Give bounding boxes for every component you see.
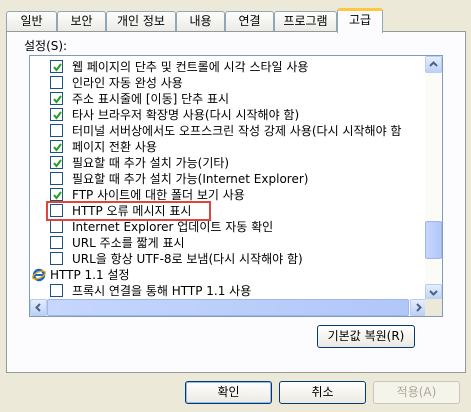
checkbox-checked[interactable] xyxy=(50,188,63,201)
checkmark-icon xyxy=(53,191,62,200)
checkbox-unchecked[interactable] xyxy=(50,124,63,137)
setting-label: 주소 표시줄에 [이동] 단추 표시 xyxy=(72,92,230,106)
restore-defaults-button[interactable]: 기본값 복원(R) xyxy=(317,325,415,348)
chevron-left-icon xyxy=(35,303,41,312)
checkmark-icon xyxy=(53,95,62,104)
checkbox-unchecked[interactable] xyxy=(50,76,63,89)
chevron-up-icon xyxy=(429,61,438,67)
tab-privacy[interactable]: 개인 정보 xyxy=(106,11,176,31)
setting-label: 타사 브라우저 확장명 사용(다시 시작해야 함) xyxy=(72,108,300,122)
setting-label: URL 주소를 짧게 표시 xyxy=(72,236,185,250)
checkbox-unchecked[interactable] xyxy=(50,220,63,233)
setting-label: 프록시 연결을 통해 HTTP 1.1 사용 xyxy=(72,284,252,298)
checkbox-checked[interactable] xyxy=(50,156,63,169)
checkbox-checked[interactable] xyxy=(50,60,63,73)
checkbox-unchecked[interactable] xyxy=(50,252,63,265)
settings-list[interactable]: 웹 페이지의 단추 및 컨트롤에 시각 스타일 사용 인라인 자동 완성 사용 … xyxy=(29,55,443,317)
scroll-left-button[interactable] xyxy=(30,299,47,316)
setting-label: 필요할 때 추가 설치 가능(Internet Explorer) xyxy=(72,172,309,186)
vertical-scroll-thumb[interactable] xyxy=(425,221,442,259)
checkbox-checked[interactable] xyxy=(50,92,63,105)
tab-content[interactable]: 내용 xyxy=(176,11,225,31)
chevron-right-icon xyxy=(416,303,422,312)
chevron-down-icon xyxy=(429,290,438,296)
setting-label: 인라인 자동 완성 사용 xyxy=(72,76,183,90)
ok-button[interactable]: 확인 xyxy=(185,381,272,404)
group-label: HTTP 1.1 설정 xyxy=(50,268,130,282)
scrollbar-corner xyxy=(425,299,442,316)
checkmark-icon xyxy=(53,63,62,72)
setting-label: Internet Explorer 업데이트 자동 확인 xyxy=(72,220,274,234)
tab-general[interactable]: 일반 xyxy=(6,11,57,31)
highlight-box xyxy=(46,201,211,221)
cancel-button[interactable]: 취소 xyxy=(279,381,366,404)
tab-advanced[interactable]: 고급 xyxy=(337,8,383,33)
checkmark-icon xyxy=(53,159,62,168)
tab-strip: 일반 보안 개인 정보 내용 연결 프로그램 고급 xyxy=(6,8,466,33)
settings-rows: 웹 페이지의 단추 및 컨트롤에 시각 스타일 사용 인라인 자동 완성 사용 … xyxy=(30,56,427,301)
setting-label: 페이지 전환 사용 xyxy=(72,140,157,154)
horizontal-scroll-thumb[interactable] xyxy=(47,299,409,316)
tab-programs[interactable]: 프로그램 xyxy=(274,11,337,31)
checkbox-checked[interactable] xyxy=(50,108,63,121)
tab-security[interactable]: 보안 xyxy=(57,11,106,31)
checkmark-icon xyxy=(53,143,62,152)
checkbox-unchecked[interactable] xyxy=(50,236,63,249)
setting-label: 터미널 서버상에서도 오프스크린 작성 강제 사용(다시 시작해야 함 xyxy=(72,124,402,138)
apply-button[interactable]: 적용(A) xyxy=(373,381,460,404)
checkbox-unchecked[interactable] xyxy=(50,172,63,185)
tab-connections[interactable]: 연결 xyxy=(225,11,274,31)
settings-label: 설정(S): xyxy=(24,39,68,53)
checkmark-icon xyxy=(53,111,62,120)
checkbox-checked[interactable] xyxy=(50,140,63,153)
horizontal-scrollbar[interactable] xyxy=(30,299,427,316)
vertical-scrollbar[interactable] xyxy=(425,56,442,301)
checkbox-unchecked[interactable] xyxy=(50,284,63,297)
setting-label: URL을 항상 UTF-8로 보냄(다시 시작해야 함) xyxy=(72,252,303,266)
setting-label: 필요할 때 추가 설치 가능(기타) xyxy=(72,156,230,170)
scroll-up-button[interactable] xyxy=(425,56,442,73)
ie-icon xyxy=(32,268,46,282)
setting-label: 웹 페이지의 단추 및 컨트롤에 시각 스타일 사용 xyxy=(72,60,309,74)
